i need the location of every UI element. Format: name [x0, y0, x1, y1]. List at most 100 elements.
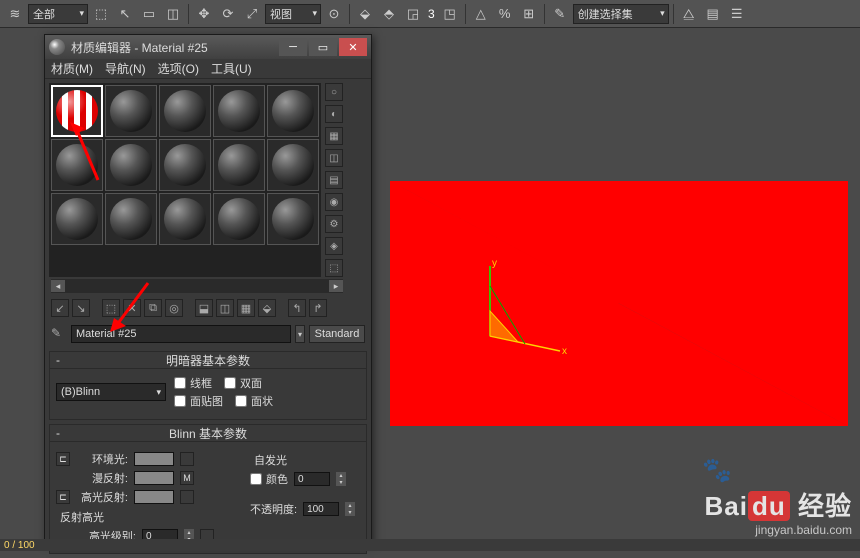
- minimize-button[interactable]: ─: [279, 38, 307, 56]
- material-slot-4[interactable]: [213, 85, 265, 137]
- 2sided-checkbox[interactable]: 双面: [224, 375, 262, 391]
- reset-map-icon[interactable]: ✕: [123, 299, 141, 317]
- material-slot-9[interactable]: [213, 139, 265, 191]
- material-slot-3[interactable]: [159, 85, 211, 137]
- menu-navigate[interactable]: 导航(N): [105, 60, 146, 77]
- backlight-icon[interactable]: ◐: [325, 105, 343, 123]
- preview-icon[interactable]: ◉: [325, 193, 343, 211]
- shader-rollout-header[interactable]: 明暗器基本参数: [49, 351, 367, 369]
- sample-scrollbar[interactable]: ◂ ▸: [51, 279, 343, 293]
- ambient-color-swatch[interactable]: [134, 452, 174, 466]
- selection-set-dropdown[interactable]: 创建选择集: [573, 4, 669, 24]
- facemap-checkbox[interactable]: 面贴图: [174, 393, 223, 409]
- options-icon[interactable]: ⚙: [325, 215, 343, 233]
- make-unique-icon[interactable]: ◎: [165, 299, 183, 317]
- show-in-viewport-icon[interactable]: ▦: [237, 299, 255, 317]
- selfillum-spinner[interactable]: 0: [294, 472, 330, 486]
- transform-gizmo[interactable]: y x: [470, 256, 570, 356]
- filter-dropdown[interactable]: 全部: [28, 4, 88, 24]
- snap2-icon[interactable]: ⬘: [378, 3, 400, 25]
- angle-icon[interactable]: △: [470, 3, 492, 25]
- selfillum-color-checkbox[interactable]: 颜色: [250, 471, 288, 487]
- ambient-diffuse-lock[interactable]: [180, 452, 194, 466]
- name-dropdown-icon[interactable]: ▾: [295, 325, 305, 343]
- specular-color-swatch[interactable]: [134, 490, 174, 504]
- show-end-result-icon[interactable]: ⬙: [258, 299, 276, 317]
- blinn-rollout: Blinn 基本参数 ⊏ 环境光: 漫反射: M: [49, 424, 367, 554]
- get-material-icon[interactable]: ↙: [51, 299, 69, 317]
- video-check-icon[interactable]: ▤: [325, 171, 343, 189]
- material-slot-11[interactable]: [51, 193, 103, 245]
- scale-icon[interactable]: ⤢: [241, 3, 263, 25]
- material-slot-13[interactable]: [159, 193, 211, 245]
- snap4-icon[interactable]: ◳: [439, 3, 461, 25]
- put-to-library-icon[interactable]: ⬓: [195, 299, 213, 317]
- mat-map-nav-icon[interactable]: ⬚: [325, 259, 343, 277]
- go-parent-icon[interactable]: ↰: [288, 299, 306, 317]
- shader-type-select[interactable]: (B)Blinn: [56, 383, 166, 401]
- background-icon[interactable]: ▦: [325, 127, 343, 145]
- material-editor-app-icon: [49, 39, 65, 55]
- material-id-icon[interactable]: ◫: [216, 299, 234, 317]
- select-plus-icon[interactable]: ⬚: [90, 3, 112, 25]
- material-type-button[interactable]: Standard: [309, 325, 365, 343]
- scroll-left-icon[interactable]: ◂: [51, 280, 65, 292]
- menu-material[interactable]: 材质(M): [51, 60, 93, 77]
- specular-label: 高光反射:: [76, 489, 128, 505]
- put-to-scene-icon[interactable]: ↘: [72, 299, 90, 317]
- window-select-icon[interactable]: ◫: [162, 3, 184, 25]
- wire-checkbox[interactable]: 线框: [174, 375, 212, 391]
- ambient-lock-button[interactable]: ⊏: [56, 452, 70, 466]
- menu-options[interactable]: 选项(O): [158, 60, 199, 77]
- material-slot-15[interactable]: [267, 193, 319, 245]
- wave-icon[interactable]: ≋: [4, 3, 26, 25]
- selfillum-spinner-arrows[interactable]: ▴▾: [336, 472, 346, 486]
- select-by-mat-icon[interactable]: ◈: [325, 237, 343, 255]
- scroll-right-icon[interactable]: ▸: [329, 280, 343, 292]
- opacity-spinner[interactable]: 100: [303, 502, 339, 516]
- move-icon[interactable]: ✥: [193, 3, 215, 25]
- eyedropper-icon[interactable]: ✎: [51, 326, 67, 342]
- make-copy-icon[interactable]: ⧉: [144, 299, 162, 317]
- maximize-button[interactable]: ▭: [309, 38, 337, 56]
- percent-icon[interactable]: %: [494, 3, 516, 25]
- faceted-checkbox[interactable]: 面状: [235, 393, 273, 409]
- material-slot-7[interactable]: [105, 139, 157, 191]
- coord-dropdown[interactable]: 视图: [265, 4, 321, 24]
- paw-icon: 🐾: [702, 456, 732, 485]
- material-slot-8[interactable]: [159, 139, 211, 191]
- material-slot-14[interactable]: [213, 193, 265, 245]
- pivot-icon[interactable]: ⊙: [323, 3, 345, 25]
- specular-lock-button[interactable]: ⊏: [56, 490, 70, 504]
- edit-icon[interactable]: ✎: [549, 3, 571, 25]
- layers-icon[interactable]: ☰: [726, 3, 748, 25]
- watermark-url: jingyan.baidu.com: [705, 523, 852, 537]
- specular-map-button[interactable]: [180, 490, 194, 504]
- material-slot-12[interactable]: [105, 193, 157, 245]
- rotate-icon[interactable]: ⟳: [217, 3, 239, 25]
- diffuse-color-swatch[interactable]: [134, 471, 174, 485]
- cursor-icon[interactable]: ↖: [114, 3, 136, 25]
- align-icon[interactable]: ▤: [702, 3, 724, 25]
- diffuse-map-button[interactable]: M: [180, 471, 194, 485]
- close-button[interactable]: ✕: [339, 38, 367, 56]
- snap3-icon[interactable]: ◲: [402, 3, 424, 25]
- grid-icon[interactable]: ⊞: [518, 3, 540, 25]
- go-forward-icon[interactable]: ↱: [309, 299, 327, 317]
- rect-select-icon[interactable]: ▭: [138, 3, 160, 25]
- snap-icon[interactable]: ⬙: [354, 3, 376, 25]
- material-slot-6[interactable]: [51, 139, 103, 191]
- material-editor-titlebar[interactable]: 材质编辑器 - Material #25 ─ ▭ ✕: [45, 35, 371, 59]
- material-name-input[interactable]: [71, 325, 291, 343]
- assign-material-icon[interactable]: ⬚: [102, 299, 120, 317]
- opacity-spinner-arrows[interactable]: ▴▾: [345, 502, 355, 516]
- material-slot-2[interactable]: [105, 85, 157, 137]
- material-slot-5[interactable]: [267, 85, 319, 137]
- menu-tools[interactable]: 工具(U): [211, 60, 252, 77]
- mirror-icon[interactable]: ⧋: [678, 3, 700, 25]
- sample-type-icon[interactable]: ○: [325, 83, 343, 101]
- material-slot-10[interactable]: [267, 139, 319, 191]
- uv-tile-icon[interactable]: ◫: [325, 149, 343, 167]
- blinn-rollout-header[interactable]: Blinn 基本参数: [49, 424, 367, 442]
- material-slot-1[interactable]: [51, 85, 103, 137]
